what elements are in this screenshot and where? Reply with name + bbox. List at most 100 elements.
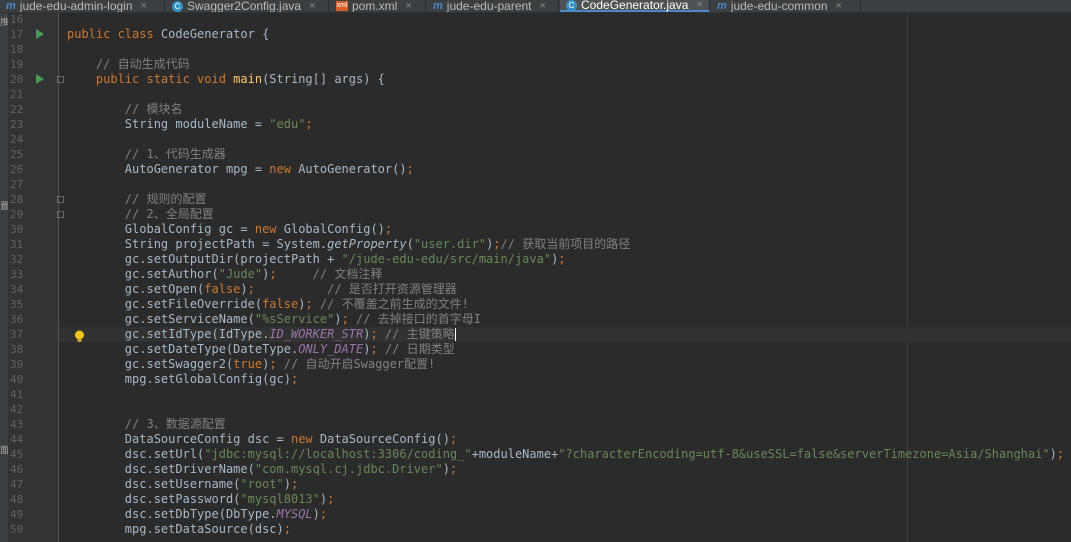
code-token: +moduleName+ xyxy=(471,447,559,461)
code-token: // 文档注释 xyxy=(312,267,383,281)
close-tab-icon[interactable]: × xyxy=(696,0,702,11)
tab-label: jude-edu-parent xyxy=(446,0,532,13)
code-token: ID_WORKER_STR xyxy=(269,327,364,341)
side-panel-label[interactable]: 面 xyxy=(0,443,9,456)
tab-codegenerator-java[interactable]: C CodeGenerator.java × xyxy=(560,0,710,12)
tab-jude-edu-admin-login[interactable]: m jude-edu-admin-login × xyxy=(0,0,165,12)
code-line[interactable]: dsc.setPassword("mysql8013"); xyxy=(67,492,335,507)
code-token: "jdbc:mysql://localhost:3306/coding_" xyxy=(204,447,472,461)
code-token: ; xyxy=(269,267,313,281)
tab-jude-edu-parent[interactable]: m jude-edu-parent × xyxy=(427,0,559,12)
code-line[interactable]: gc.setSwagger2(true); // 自动开启Swagger配置! xyxy=(67,357,435,372)
line-number: 24 xyxy=(10,133,24,146)
tab-pom-xml[interactable]: xml pom.xml × xyxy=(330,0,426,12)
line-number: 36 xyxy=(10,313,24,326)
code-line[interactable]: gc.setFileOverride(false); // 不覆盖之前生成的文件… xyxy=(67,297,469,312)
line-number: 18 xyxy=(10,43,24,56)
close-tab-icon[interactable]: × xyxy=(141,0,147,12)
fold-toggle-icon[interactable] xyxy=(57,211,64,218)
tab-label: jude-edu-admin-login xyxy=(19,0,133,13)
code-token: // 1、代码生成器 xyxy=(67,147,226,161)
code-token: dsc.setPassword( xyxy=(67,492,241,506)
tab-jude-edu-common[interactable]: m jude-edu-common × xyxy=(711,0,861,12)
run-gutter-icon[interactable] xyxy=(36,74,44,84)
close-tab-icon[interactable]: × xyxy=(540,0,546,12)
code-line[interactable]: // 1、代码生成器 xyxy=(67,147,226,162)
code-line[interactable]: DataSourceConfig dsc = new DataSourceCon… xyxy=(67,432,457,447)
code-line[interactable]: mpg.setDataSource(dsc); xyxy=(67,522,291,537)
tab-swagger2config-java[interactable]: C Swagger2Config.java × xyxy=(166,0,329,12)
code-line[interactable]: mpg.setGlobalConfig(gc); xyxy=(67,372,298,387)
line-number: 21 xyxy=(10,88,24,101)
code-line[interactable]: gc.setOpen(false); // 是否打开资源管理器 xyxy=(67,282,457,297)
code-token: // 模块名 xyxy=(67,102,183,116)
code-token: ) xyxy=(334,312,342,326)
code-line[interactable]: String moduleName = "edu"; xyxy=(67,117,313,132)
code-token: gc.setSwagger2( xyxy=(67,357,234,371)
code-token: ; xyxy=(327,492,335,506)
code-token: ; xyxy=(406,162,414,176)
run-gutter-icon[interactable] xyxy=(36,29,44,39)
gutter-separator xyxy=(58,13,59,542)
code-token: // 自动开启Swagger配置! xyxy=(283,357,436,371)
code-token: "user.dir" xyxy=(413,237,487,251)
line-number: 47 xyxy=(10,478,24,491)
side-panel-label[interactable]: 推 xyxy=(0,15,9,28)
code-token: ; xyxy=(305,117,313,131)
code-token: // 获取当前项目的路径 xyxy=(500,237,631,251)
code-token: "edu" xyxy=(269,117,306,131)
code-token: false xyxy=(262,297,299,311)
code-line[interactable]: // 模块名 xyxy=(67,102,183,117)
code-token: mpg.setDataSource(dsc) xyxy=(67,522,284,536)
line-number: 23 xyxy=(10,118,24,131)
java-class-icon: C xyxy=(566,0,577,11)
close-tab-icon[interactable]: × xyxy=(405,0,411,12)
code-line[interactable]: // 规则的配置 xyxy=(67,192,207,207)
code-line[interactable]: gc.setOutputDir(projectPath + "/jude-edu… xyxy=(67,252,566,267)
code-line[interactable]: AutoGenerator mpg = new AutoGenerator(); xyxy=(67,162,414,177)
code-line[interactable]: GlobalConfig gc = new GlobalConfig(); xyxy=(67,222,392,237)
code-line[interactable]: gc.setIdType(IdType.ID_WORKER_STR); // 主… xyxy=(67,327,456,342)
line-number: 17 xyxy=(10,28,24,41)
code-token: ; xyxy=(449,462,458,476)
code-line[interactable]: // 自动生成代码 xyxy=(67,57,190,72)
code-token: String moduleName = xyxy=(67,117,270,131)
code-line[interactable]: dsc.setUsername("root"); xyxy=(67,477,298,492)
code-token: gc.setOpen( xyxy=(67,282,205,296)
side-panel-label[interactable]: 置 xyxy=(0,199,9,212)
code-token: ; xyxy=(290,477,299,491)
tab-label: CodeGenerator.java xyxy=(581,0,689,12)
code-line[interactable]: dsc.setUrl("jdbc:mysql://localhost:3306/… xyxy=(67,447,1064,462)
code-line[interactable]: // 3、数据源配置 xyxy=(67,417,226,432)
code-line[interactable]: dsc.setDriverName("com.mysql.cj.jdbc.Dri… xyxy=(67,462,457,477)
right-margin-guide xyxy=(907,13,908,542)
close-tab-icon[interactable]: × xyxy=(309,0,315,12)
line-number: 32 xyxy=(10,253,24,266)
code-token: ; xyxy=(341,312,357,326)
line-number: 38 xyxy=(10,343,24,356)
tab-label: pom.xml xyxy=(352,0,398,13)
code-line[interactable]: public static void main(String[] args) { xyxy=(67,72,385,87)
close-tab-icon[interactable]: × xyxy=(836,0,842,12)
line-number: 39 xyxy=(10,358,24,371)
code-token: dsc.setDbType(DbType. xyxy=(67,507,277,521)
code-token: new xyxy=(269,162,299,176)
code-token: "?characterEncoding=utf-8&useSSL=false&s… xyxy=(558,447,1050,461)
code-token: dsc.setUrl( xyxy=(67,447,205,461)
fold-toggle-icon[interactable] xyxy=(57,76,64,83)
code-line[interactable]: dsc.setDbType(DbType.MYSQL); xyxy=(67,507,327,522)
code-token: "Jude" xyxy=(218,267,263,281)
code-token: new xyxy=(290,432,320,446)
code-line[interactable]: String projectPath = System.getProperty(… xyxy=(67,237,630,252)
fold-toggle-icon[interactable] xyxy=(57,196,64,203)
code-line[interactable]: gc.setDateType(DateType.ONLY_DATE); // 日… xyxy=(67,342,455,357)
code-line[interactable]: gc.setAuthor("Jude"); // 文档注释 xyxy=(67,267,383,282)
maven-pom-icon: xml xyxy=(336,1,348,11)
code-line[interactable]: public class CodeGenerator { xyxy=(67,27,269,42)
code-token: "/jude-edu-edu/src/main/java" xyxy=(341,252,552,266)
code-token: // 是否打开资源管理器 xyxy=(327,282,457,296)
side-tool-strip: 推置面 xyxy=(0,13,9,542)
line-number: 27 xyxy=(10,178,24,191)
code-line[interactable]: gc.setServiceName("%sService"); // 去掉接口的… xyxy=(67,312,481,327)
code-line[interactable]: // 2、全局配置 xyxy=(67,207,214,222)
